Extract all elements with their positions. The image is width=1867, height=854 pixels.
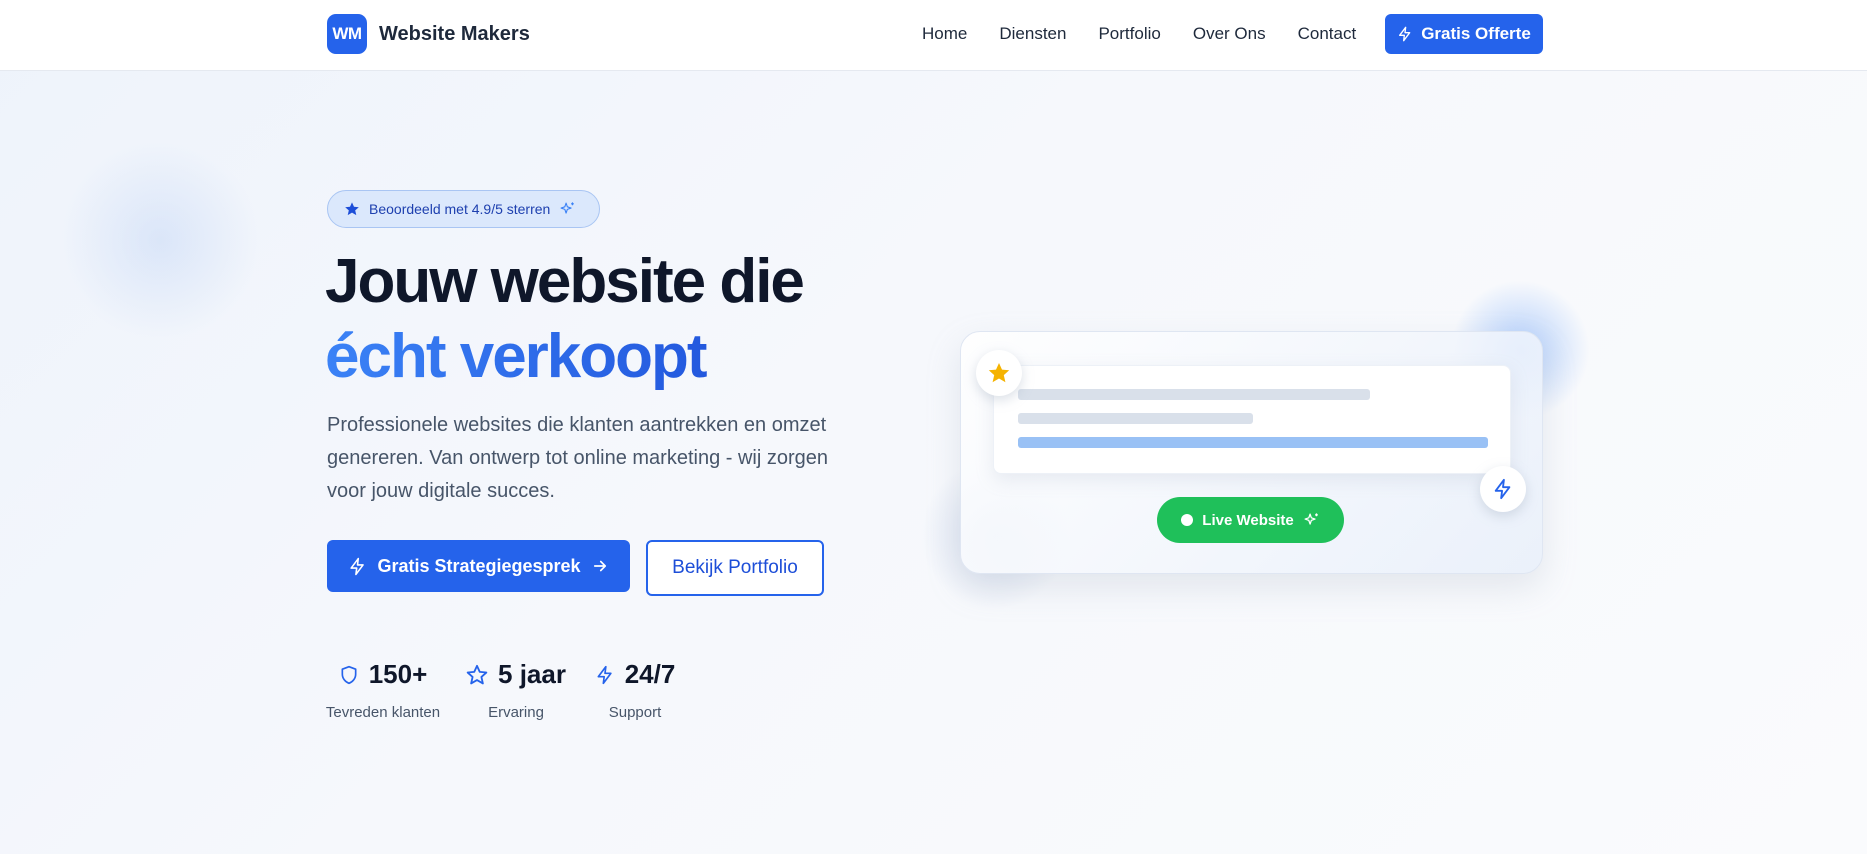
placeholder-bar xyxy=(1018,413,1253,424)
website-preview-card: Live Website xyxy=(960,331,1543,574)
rating-text: Beoordeeld met 4.9/5 sterren xyxy=(369,201,551,217)
top-navigation: WM Website Makers Home Diensten Portfoli… xyxy=(0,0,1867,71)
stat-label: Ervaring xyxy=(488,704,544,721)
gratis-strategiegesprek-button[interactable]: Gratis Strategiegesprek xyxy=(327,540,630,592)
bolt-badge xyxy=(1480,466,1526,512)
live-website-label: Live Website xyxy=(1202,511,1294,529)
bolt-icon xyxy=(1494,478,1511,500)
stat-experience: 5 jaar Ervaring xyxy=(466,659,566,721)
secondary-button-label: Bekijk Portfolio xyxy=(672,557,798,578)
bekijk-portfolio-button[interactable]: Bekijk Portfolio xyxy=(646,540,824,596)
star-icon xyxy=(345,202,359,216)
bolt-icon xyxy=(350,557,365,575)
rating-badge: Beoordeeld met 4.9/5 sterren xyxy=(327,190,600,228)
logo-mark: WM xyxy=(327,14,367,54)
preview-browser-mock xyxy=(993,365,1511,474)
hero-description: Professionele websites die klanten aantr… xyxy=(327,414,829,502)
star-icon xyxy=(466,664,488,684)
stat-value: 150+ xyxy=(368,659,428,689)
star-icon xyxy=(988,363,1010,383)
nav-link-home[interactable]: Home xyxy=(922,24,967,44)
primary-button-label: Gratis Strategiegesprek xyxy=(377,555,581,576)
nav-link-contact[interactable]: Contact xyxy=(1298,24,1357,44)
stat-value: 24/7 xyxy=(624,659,676,689)
shield-icon xyxy=(341,665,357,684)
headline-line-1: Jouw website die xyxy=(325,247,805,316)
stat-support: 24/7 Support xyxy=(590,659,680,721)
nav-link-over-ons[interactable]: Over Ons xyxy=(1193,24,1266,44)
stat-label: Tevreden klanten xyxy=(325,704,441,721)
placeholder-bar-accent xyxy=(1018,437,1488,448)
stat-label: Support xyxy=(608,704,662,721)
live-status-dot xyxy=(1181,514,1194,526)
sparkle-icon xyxy=(1304,512,1318,525)
arrow-right-icon xyxy=(593,560,606,572)
gratis-offerte-button[interactable]: Gratis Offerte xyxy=(1385,14,1543,54)
bolt-icon xyxy=(597,665,612,684)
nav-links: Home Diensten Portfolio Over Ons Contact xyxy=(922,24,1356,44)
brand-logo-link[interactable]: WM Website Makers xyxy=(327,14,530,54)
sparkle-icon xyxy=(560,201,575,214)
stat-clients: 150+ Tevreden klanten xyxy=(325,659,441,721)
star-badge xyxy=(976,350,1022,396)
gratis-offerte-label: Gratis Offerte xyxy=(1421,24,1531,43)
nav-link-portfolio[interactable]: Portfolio xyxy=(1098,24,1160,44)
live-website-badge: Live Website xyxy=(1157,497,1344,543)
nav-link-diensten[interactable]: Diensten xyxy=(999,24,1066,44)
stat-value: 5 jaar xyxy=(498,659,566,689)
headline-line-2: écht verkoopt xyxy=(325,319,803,394)
hero-headline: Jouw website die écht verkoopt xyxy=(325,244,805,394)
background-glow xyxy=(60,140,260,340)
placeholder-bar xyxy=(1018,389,1370,400)
bolt-icon xyxy=(1399,26,1411,42)
brand-name: Website Makers xyxy=(379,22,530,45)
